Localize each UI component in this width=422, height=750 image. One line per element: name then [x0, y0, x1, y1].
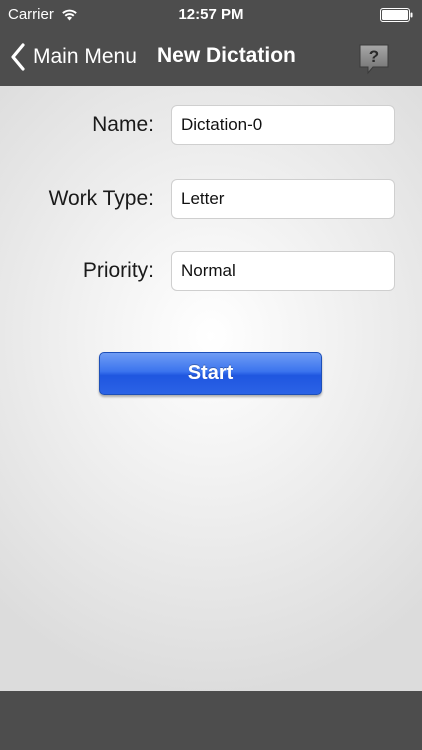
bottom-toolbar: [0, 691, 422, 750]
work-type-field[interactable]: [171, 179, 395, 219]
dictation-form: Name: Work Type: Priority: Start: [0, 86, 422, 691]
work-type-row: Work Type:: [0, 179, 422, 219]
name-label: Name:: [92, 113, 154, 136]
back-button[interactable]: Main Menu: [10, 41, 137, 73]
top-bar: Carrier 12:57 PM Main Menu New Dictation…: [0, 0, 422, 86]
name-row: Name:: [0, 105, 422, 145]
help-glyph: ?: [369, 47, 379, 66]
screen: Carrier 12:57 PM Main Menu New Dictation…: [0, 0, 422, 750]
priority-field[interactable]: [171, 251, 395, 291]
status-time: 12:57 PM: [178, 6, 244, 23]
battery-icon: [380, 8, 413, 22]
back-button-label: Main Menu: [33, 45, 137, 68]
start-button[interactable]: Start: [99, 352, 322, 395]
work-type-label: Work Type:: [48, 187, 154, 210]
priority-label: Priority:: [82, 259, 154, 282]
navigation-bar: Main Menu New Dictation ?: [0, 30, 422, 86]
name-field[interactable]: [171, 105, 395, 145]
page-title: New Dictation: [157, 44, 296, 67]
help-icon[interactable]: ?: [357, 42, 391, 76]
priority-row: Priority:: [0, 251, 422, 291]
status-bar: Carrier 12:57 PM: [0, 0, 422, 30]
chevron-left-icon: [11, 43, 25, 71]
